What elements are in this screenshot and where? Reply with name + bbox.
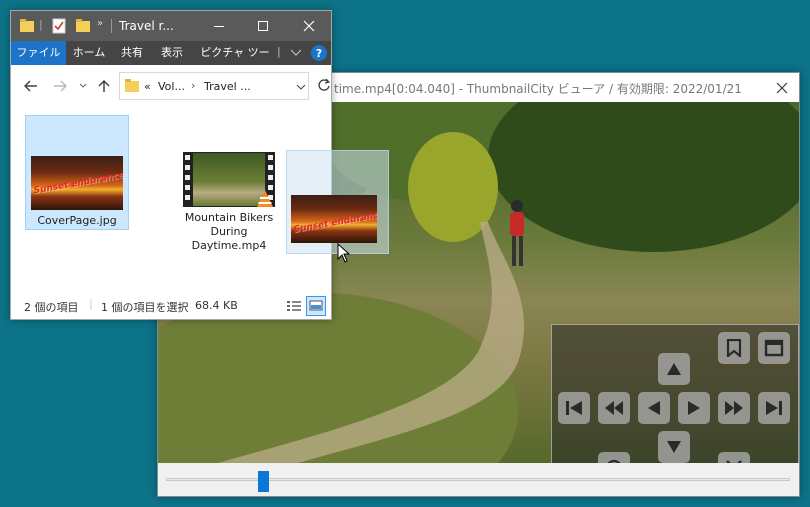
properties-icon[interactable] [51,17,67,34]
image-thumbnail: Sunset endurance 2020 [291,195,377,243]
file-list: Sunset endurance 2020 CoverPage.jpg Moun… [11,109,331,291]
svg-text:?: ? [316,47,322,60]
close-icon [776,82,788,93]
close-panel-button[interactable] [718,452,750,463]
play-button[interactable] [678,392,710,424]
large-icons-view-icon[interactable] [306,296,326,316]
vlc-icon [257,190,273,207]
cursor-icon [337,243,351,263]
ribbon-tabs: ファイル ホーム 共有 表示 ピクチャ ツール | ? [11,41,331,83]
maximize-icon [258,21,268,31]
folder-icon [20,19,34,32]
item-count: 2 個の項目 [24,301,79,314]
record-button[interactable] [598,452,630,463]
separator: | [277,45,281,58]
fast-forward-icon [725,401,743,415]
navigation-bar: « Vol... › Travel ... [11,65,331,109]
skip-end-icon [766,401,782,415]
triangle-left-icon [648,401,660,415]
fast-forward-button[interactable] [718,392,750,424]
maximize-button[interactable] [241,11,285,41]
skip-end-button[interactable] [758,392,790,424]
explorer-window: | » Travel r... ファイル ホーム 共有 表示 ピクチャ ツール … [10,10,332,320]
tab-share[interactable]: 共有 [112,41,152,65]
skip-start-button[interactable] [558,392,590,424]
breadcrumb-volume[interactable]: Vol... [158,80,185,93]
separator: | [39,18,43,31]
status-bar: 2 個の項目 | 1 個の項目を選択 68.4 KB [11,295,331,317]
rewind-icon [605,401,623,415]
explorer-title-bar[interactable]: | » Travel r... [11,11,331,41]
overflow-chevron-icon[interactable]: » [97,18,103,29]
minimize-button[interactable] [197,11,241,41]
seek-bar-area [158,463,799,496]
thumbnail-text: Sunset endurance 2020 [293,205,377,236]
selected-count: 1 個の項目を選択 [101,301,189,314]
down-button[interactable] [658,431,690,463]
separator: | [89,297,93,310]
step-back-button[interactable] [638,392,670,424]
explorer-title: Travel r... [119,19,174,33]
address-prefix: « [144,80,151,93]
viewer-close-button[interactable] [765,73,799,102]
back-arrow-icon[interactable] [24,80,38,92]
rewind-button[interactable] [598,392,630,424]
drag-preview: Sunset endurance 2020 [286,150,389,254]
new-folder-icon[interactable] [75,18,91,34]
tab-view[interactable]: 表示 [152,41,192,65]
file-item-coverpage[interactable]: Sunset endurance 2020 CoverPage.jpg [25,115,129,230]
minimize-icon [214,26,224,27]
fullscreen-button[interactable] [758,332,790,364]
breadcrumb-travel[interactable]: Travel ... [204,80,251,93]
tab-picture-tools[interactable]: ピクチャ ツール [197,41,273,83]
chevron-down-icon[interactable] [290,49,302,57]
help-icon[interactable]: ? [310,44,328,62]
forward-arrow-icon[interactable] [53,80,67,92]
up-button[interactable] [658,353,690,385]
folder-icon [125,79,139,92]
play-icon [688,401,700,415]
skip-start-icon [566,401,582,415]
chevron-down-icon[interactable] [79,83,87,89]
details-view-icon[interactable] [286,299,302,313]
seek-thumb[interactable] [257,471,269,492]
close-icon [303,20,315,32]
separator [111,19,112,33]
window-icon [764,339,784,357]
address-bar[interactable]: « Vol... › Travel ... [119,72,309,100]
chevron-down-icon[interactable] [296,84,306,90]
up-arrow-icon[interactable] [98,79,110,93]
bookmark-button[interactable] [718,332,750,364]
triangle-up-icon [667,363,681,375]
triangle-down-icon [667,441,681,453]
file-name: Mountain Bikers During Daytime.mp4 [184,211,274,252]
close-button[interactable] [287,11,331,41]
breadcrumb-chevron-icon: › [191,79,196,92]
file-name: CoverPage.jpg [37,214,117,227]
tab-file[interactable]: ファイル [11,41,66,65]
image-thumbnail: Sunset endurance 2020 [31,156,123,210]
selected-size: 68.4 KB [195,299,238,312]
file-item-video[interactable]: Mountain Bikers During Daytime.mp4 [179,149,279,261]
bookmark-icon [726,339,742,357]
refresh-icon[interactable] [317,78,331,92]
thumbnail-text: Sunset endurance 2020 [33,166,123,197]
playback-control-panel [551,324,799,463]
tab-home[interactable]: ホーム [66,41,112,65]
viewer-title: time.mp4[0:04.040] - ThumbnailCity ビューア … [334,82,742,96]
